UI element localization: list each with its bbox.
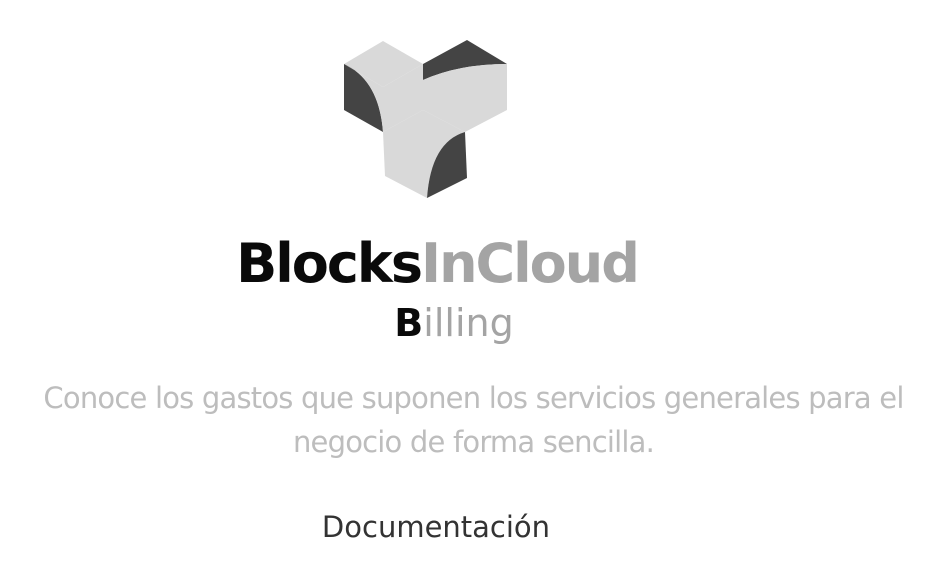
tagline: Conoce los gastos que suponen los servic…	[43, 381, 904, 459]
product-name-rest: illing	[423, 301, 514, 345]
blocks-cube-logo-icon	[344, 40, 507, 198]
brand-name-incloud: InCloud	[420, 232, 640, 295]
brand-name-blocks: Blocks	[236, 232, 423, 295]
brand-name: BlocksInCloud	[0, 228, 874, 300]
product-name: Billing	[0, 296, 908, 350]
product-name-initial: B	[394, 301, 424, 345]
documentation-link[interactable]: Documentación	[0, 507, 872, 547]
landing-page: BlocksInCloud Billing Conoce los gastos …	[0, 0, 947, 585]
